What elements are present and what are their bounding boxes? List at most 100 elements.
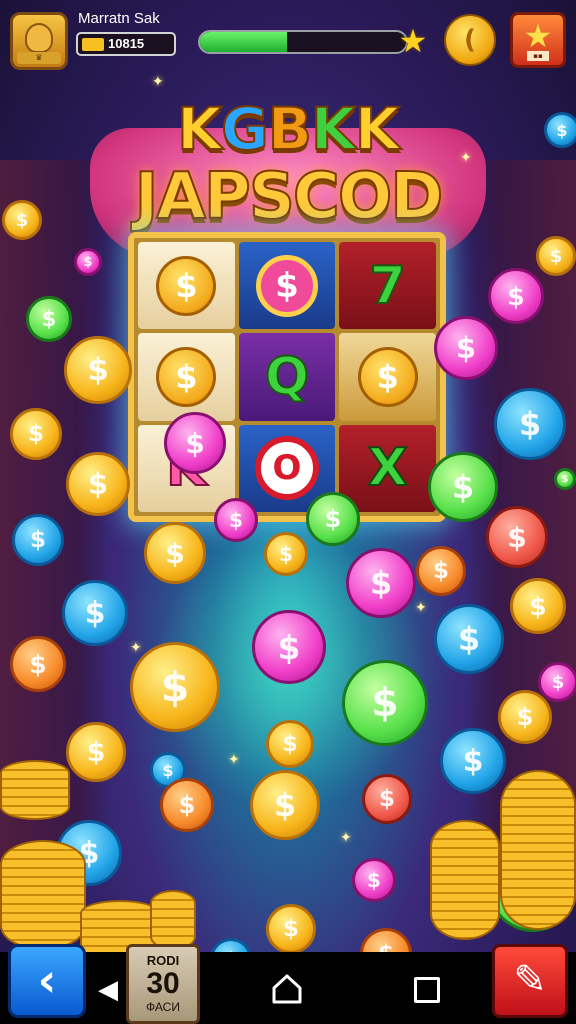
chevron-left-icon: ‹ bbox=[37, 953, 57, 1007]
sparkle-icon: ✦ bbox=[228, 752, 240, 768]
coin-stack bbox=[430, 820, 500, 940]
coin-stack bbox=[500, 770, 576, 930]
coin-icon: $ bbox=[74, 248, 102, 276]
player-avatar[interactable]: ♛ bbox=[10, 12, 68, 70]
slot-reels[interactable]: $$7$Q$KOX bbox=[128, 232, 446, 522]
coin-icon: $ bbox=[362, 774, 412, 824]
coin-stack bbox=[150, 890, 196, 950]
coin-icon: $ bbox=[498, 690, 552, 744]
star-bonus-button[interactable]: ★ ▪▪ bbox=[510, 12, 566, 68]
coin-icon: $ bbox=[554, 468, 576, 490]
title-letter: G bbox=[220, 94, 270, 164]
coin-icon: $ bbox=[264, 532, 308, 576]
sparkle-icon: ✦ bbox=[415, 600, 427, 616]
round-label: RODI bbox=[146, 953, 180, 968]
xp-star-icon: ★ bbox=[398, 22, 428, 60]
xp-progress-fill bbox=[200, 32, 287, 52]
coin-icon: $ bbox=[510, 578, 566, 634]
reel-symbol-x: X bbox=[367, 437, 409, 499]
top-hud: ♛ Marratn Sak 10815 ★ ( ★ ▪▪ bbox=[0, 0, 576, 84]
player-name: Marratn Sak bbox=[78, 10, 160, 27]
reel-symbol-pink: $ bbox=[255, 254, 318, 317]
reel-symbol-coin: $ bbox=[357, 346, 418, 407]
xp-progress-bar bbox=[198, 30, 408, 54]
coin-icon: $ bbox=[346, 548, 416, 618]
title-top-letters: KGBKK bbox=[138, 94, 438, 164]
sparkle-icon: ✦ bbox=[152, 74, 164, 90]
coin-icon: $ bbox=[440, 728, 506, 794]
reel-cell: 7 bbox=[339, 242, 436, 330]
coin-icon: $ bbox=[10, 636, 66, 692]
coin-stack bbox=[0, 840, 86, 950]
coin-icon: $ bbox=[486, 506, 548, 568]
coin-icon: $ bbox=[488, 268, 544, 324]
round-sub: ФАСИ bbox=[146, 1000, 180, 1014]
coin-icon: $ bbox=[250, 770, 320, 840]
reel-cell: $ bbox=[238, 242, 336, 330]
coin-icon: $ bbox=[62, 580, 128, 646]
coin-icon: $ bbox=[2, 200, 42, 240]
title-letter: B bbox=[267, 94, 313, 164]
coin-icon: $ bbox=[160, 778, 214, 832]
star-badge: ▪▪ bbox=[527, 51, 549, 61]
coin-icon: $ bbox=[266, 720, 314, 768]
reel-cell: $ bbox=[138, 242, 235, 330]
title-letter: K bbox=[176, 94, 223, 164]
reel-cell: $ bbox=[138, 333, 235, 421]
sparkle-icon: ✦ bbox=[340, 830, 352, 846]
title-letter: K bbox=[354, 94, 401, 164]
pencil-icon: ✎ bbox=[513, 957, 547, 1003]
helmet-icon bbox=[25, 23, 53, 53]
coin-icon: $ bbox=[10, 408, 62, 460]
home-icon[interactable] bbox=[270, 972, 304, 1006]
coin-icon: $ bbox=[144, 522, 206, 584]
reel-cell: Q bbox=[238, 333, 336, 421]
coin-icon: $ bbox=[26, 296, 72, 342]
game-title: JAPSCOD bbox=[134, 159, 445, 235]
coin-icon: $ bbox=[544, 112, 576, 148]
game-stage: ♛ Marratn Sak 10815 ★ ( ★ ▪▪ KGBKK JAPSC… bbox=[0, 0, 576, 1024]
coin-icon: $ bbox=[428, 452, 498, 522]
nav-back-icon[interactable]: ◀ bbox=[98, 975, 118, 1005]
cash-icon bbox=[82, 38, 104, 51]
coin-icon: $ bbox=[494, 388, 566, 460]
round-counter[interactable]: RODI 30 ФАСИ bbox=[126, 944, 200, 1024]
coin-icon: $ bbox=[416, 546, 466, 596]
reel-cell: X bbox=[339, 424, 436, 512]
balance-display: 10815 bbox=[76, 32, 176, 56]
title-letter: K bbox=[310, 94, 357, 164]
sparkle-icon: ✦ bbox=[460, 150, 472, 166]
recents-icon[interactable] bbox=[414, 977, 440, 1003]
coin-icon: $ bbox=[66, 452, 130, 516]
back-button[interactable]: ‹ bbox=[8, 944, 86, 1018]
sparkle-icon: ✦ bbox=[130, 640, 142, 656]
coin-icon: $ bbox=[164, 412, 226, 474]
coin-shop-button[interactable]: ( bbox=[444, 14, 496, 66]
reel-cell: $ bbox=[339, 333, 436, 421]
coin-icon: $ bbox=[66, 722, 126, 782]
avatar-tag: ♛ bbox=[17, 52, 61, 64]
reel-symbol-q: Q bbox=[264, 346, 310, 408]
reel-symbol-o: O bbox=[254, 436, 319, 501]
edit-button[interactable]: ✎ bbox=[492, 944, 568, 1018]
coin-icon: $ bbox=[538, 662, 576, 702]
reel-symbol-coin: $ bbox=[156, 255, 217, 316]
balance-value: 10815 bbox=[108, 36, 145, 51]
coin-icon: $ bbox=[12, 514, 64, 566]
coin-icon: $ bbox=[214, 498, 258, 542]
coin-icon: $ bbox=[342, 660, 428, 746]
coin-icon: $ bbox=[266, 904, 316, 954]
reel-symbol-seven: 7 bbox=[369, 255, 407, 317]
coin-icon: $ bbox=[434, 604, 504, 674]
coin-stack bbox=[0, 760, 70, 820]
reel-symbol-coin: $ bbox=[156, 346, 217, 407]
coin-icon: $ bbox=[306, 492, 360, 546]
star-icon: ★ bbox=[523, 17, 553, 55]
coin-icon: $ bbox=[352, 858, 396, 902]
coin-icon: ( bbox=[464, 25, 476, 55]
coin-icon: $ bbox=[64, 336, 132, 404]
round-value: 30 bbox=[146, 967, 180, 1000]
coin-icon: $ bbox=[536, 236, 576, 276]
coin-icon: $ bbox=[252, 610, 326, 684]
coin-icon: $ bbox=[130, 642, 220, 732]
